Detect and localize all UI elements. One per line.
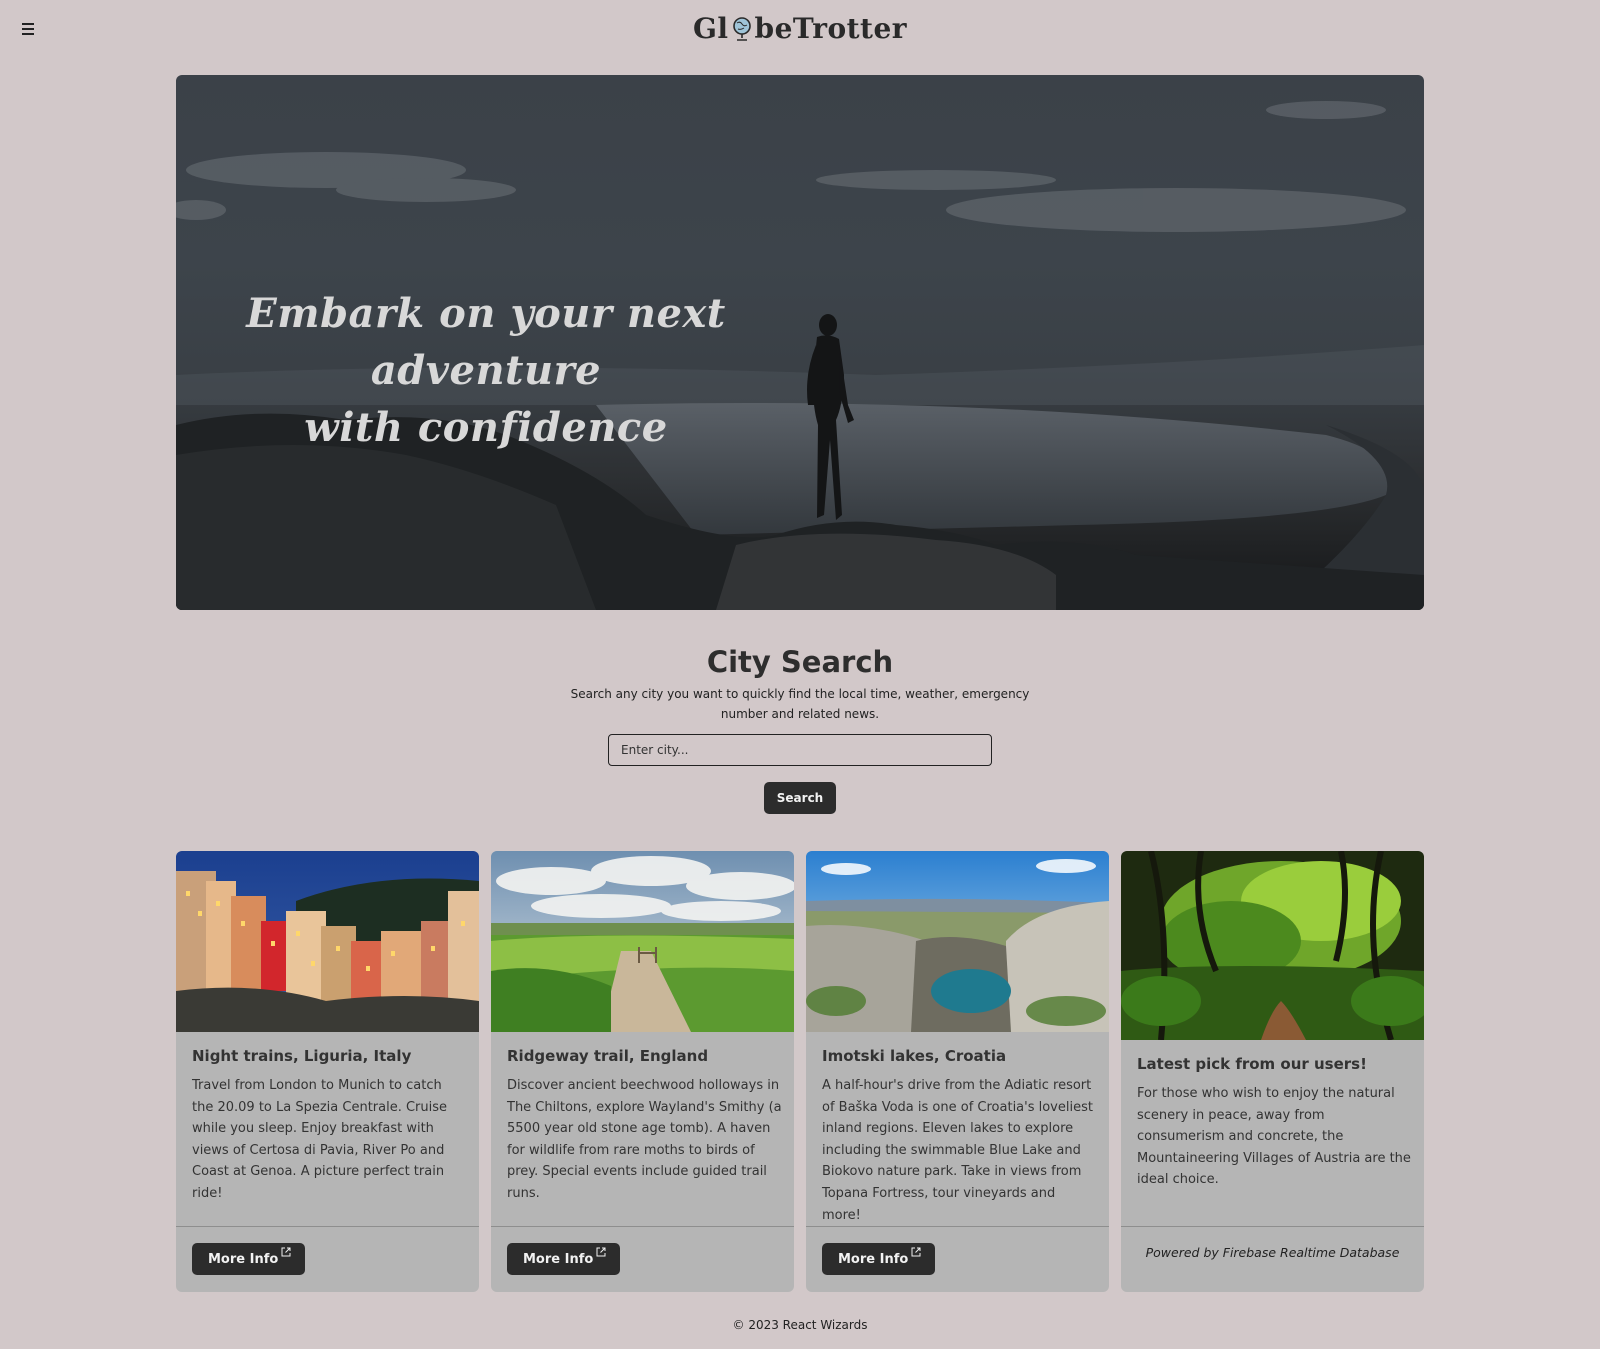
brand-text-left: Gl [692,12,729,45]
footer-copyright: © 2023 React Wizards [732,1318,868,1332]
hero-headline: Embark on your next adventure with confi… [196,285,776,456]
card-footer: More Info [176,1226,479,1292]
card-title: Imotski lakes, Croatia [822,1047,1007,1065]
destination-cards: Night trains, Liguria, Italy Travel from… [176,851,1424,1292]
globe-icon [731,16,753,49]
card-user-pick: Latest pick from our users! For those wh… [1121,851,1424,1292]
forest-path-image [1121,851,1424,1040]
external-link-icon [281,1246,291,1261]
more-info-button[interactable]: More Info [507,1243,621,1275]
card-title: Ridgeway trail, England [507,1047,709,1065]
more-info-label: More Info [523,1251,594,1267]
card-liguria: Night trains, Liguria, Italy Travel from… [176,851,479,1292]
card-footer: More Info [491,1226,794,1292]
imotski-lakes-image [806,851,1109,1032]
card-imotski: Imotski lakes, Croatia A half-hour's dri… [806,851,1109,1292]
more-info-label: More Info [208,1251,279,1267]
card-ridgeway: Ridgeway trail, England Discover ancient… [491,851,794,1292]
card-text: Travel from London to Munich to catch th… [192,1078,448,1201]
city-search-section: City Search Search any city you want to … [0,640,1600,814]
card-title: Night trains, Liguria, Italy [192,1047,412,1065]
card-text: Discover ancient beechwood holloways in … [507,1078,782,1201]
brand-logo[interactable]: Gl beTrotter [0,12,1600,49]
ridgeway-trail-image [491,851,794,1032]
card-footer: Powered by Firebase Realtime Database [1121,1226,1424,1292]
brand-text-right: beTrotter [754,12,908,45]
city-search-input[interactable] [608,734,992,766]
liguria-village-image [176,851,479,1032]
city-search-description: Search any city you want to quickly find… [570,687,1030,721]
more-info-button[interactable]: More Info [192,1243,306,1275]
hero-line-1: Embark on your next adventure [246,290,726,394]
card-title: Latest pick from our users! [1137,1055,1367,1073]
card-text: For those who wish to enjoy the natural … [1137,1086,1411,1188]
powered-by-note: Powered by Firebase Realtime Database [1145,1245,1400,1260]
external-link-icon [596,1246,606,1261]
city-search-title: City Search [706,645,894,679]
hero-line-2: with confidence [304,404,668,451]
search-button[interactable]: Search [763,782,837,814]
more-info-label: More Info [838,1251,909,1267]
external-link-icon [911,1246,921,1261]
more-info-button[interactable]: More Info [822,1243,936,1275]
hero-banner: Embark on your next adventure with confi… [176,75,1424,610]
card-footer: More Info [806,1226,1109,1292]
card-text: A half-hour's drive from the Adiatic res… [822,1078,1093,1223]
